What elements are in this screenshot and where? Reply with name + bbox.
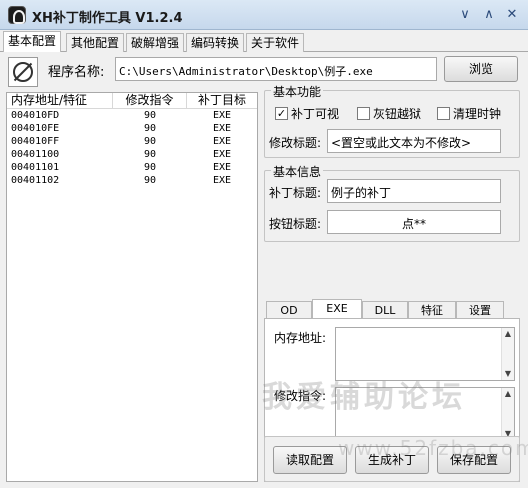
tab-od[interactable]: OD [266,301,312,319]
program-name-label: 程序名称: [48,65,105,80]
cell-instruction: 90 [143,110,157,121]
scroll-up-icon[interactable]: ▲ [502,329,514,339]
basic-functions-title: 基本功能 [271,83,324,100]
cell-instruction: 90 [143,136,157,147]
basic-config-panel: 程序名称: C:\Users\Administrator\Desktop\例子.… [0,52,528,488]
checkbox-box[interactable]: ✓ [275,107,288,120]
scroll-down-icon[interactable]: ▼ [502,369,514,379]
modify-title-label: 修改标题: [269,136,322,150]
cell-target: EXE [212,149,232,160]
cell-target: EXE [212,123,232,134]
target-crosshair-icon[interactable] [8,57,38,87]
memory-address-label: 内存地址: [274,331,327,345]
cell-address: 00401101 [11,162,60,173]
tab-settings[interactable]: 设置 [456,301,504,319]
cell-instruction: 90 [143,149,157,160]
cell-address: 00401100 [11,149,60,160]
table-row[interactable]: 00401102 90 EXE [7,174,257,187]
basic-info-title: 基本信息 [271,163,324,180]
table-row[interactable]: 00401100 90 EXE [7,148,257,161]
button-title-input[interactable]: 点** [327,210,501,234]
watermark-url: www.52fzba.com [338,436,528,460]
minimize-button[interactable]: ∨ [456,6,474,24]
cell-target: EXE [212,175,232,186]
cell-target: EXE [212,136,232,147]
table-row[interactable]: 004010FE 90 EXE [7,122,257,135]
title-bar: XH补丁制作工具 V1.2.4 ∨ ∧ ✕ [0,0,528,30]
close-button[interactable]: ✕ [503,6,521,24]
checkbox-box[interactable] [437,107,450,120]
checkbox-gray-button-unlock[interactable]: 灰钮越狱 [357,105,421,122]
checkbox-label: 清理时钟 [453,107,502,121]
cell-instruction: 90 [143,123,157,134]
tab-other-config[interactable]: 其他配置 [66,33,125,52]
scroll-up-icon[interactable]: ▲ [502,389,514,399]
tab-about[interactable]: 关于软件 [246,33,305,52]
patch-table[interactable]: 内存地址/特征 修改指令 补丁目标 004010FD 90 EXE 004010… [6,92,258,482]
table-row[interactable]: 004010FF 90 EXE [7,135,257,148]
modify-title-input[interactable]: <置空或此文本为不修改> [327,129,501,153]
basic-info-group: 基本信息 补丁标题: 例子的补丁 按钮标题: 点** [264,163,520,242]
app-icon [8,6,26,24]
column-header-target[interactable]: 补丁目标 [187,93,257,108]
table-row[interactable]: 00401101 90 EXE [7,161,257,174]
watermark-text: 我爱辅助论坛 [262,380,466,415]
cell-address: 004010FD [11,110,60,121]
maximize-button[interactable]: ∧ [480,6,498,24]
browse-button[interactable]: 浏览 [444,56,518,82]
tab-exe[interactable]: EXE [312,299,362,319]
program-path-input[interactable]: C:\Users\Administrator\Desktop\例子.exe [115,57,437,81]
checkbox-clear-clock[interactable]: 清理时钟 [437,105,501,122]
cell-instruction: 90 [143,162,157,173]
address-scrollbar[interactable]: ▲ ▼ [501,328,514,380]
tab-basic-config[interactable]: 基本配置 [3,31,62,52]
tab-encoding-convert[interactable]: 编码转换 [186,33,245,52]
cell-target: EXE [212,110,232,121]
cell-target: EXE [212,162,232,173]
column-header-instruction[interactable]: 修改指令 [113,93,187,108]
patch-title-label: 补丁标题: [269,186,322,200]
window-title: XH补丁制作工具 V1.2.4 [32,11,183,26]
table-body: 004010FD 90 EXE 004010FE 90 EXE 004010FF… [7,109,257,187]
checkbox-box[interactable] [357,107,370,120]
basic-functions-group: 基本功能 ✓ 补丁可视 灰钮越狱 清理时钟 修改标题: <置空或此文本为不修改> [264,83,520,158]
main-tabbar: 基本配置 其他配置 破解增强 编码转换 关于软件 [0,30,528,52]
table-row[interactable]: 004010FD 90 EXE [7,109,257,122]
column-header-address[interactable]: 内存地址/特征 [7,93,113,108]
tab-signature[interactable]: 特征 [408,301,456,319]
cell-address: 004010FF [11,136,60,147]
load-config-button[interactable]: 读取配置 [273,446,347,474]
patch-title-input[interactable]: 例子的补丁 [327,179,501,203]
tab-crack-enhance[interactable]: 破解增强 [126,33,185,52]
tab-dll[interactable]: DLL [362,301,408,319]
checkbox-label: 补丁可视 [291,107,340,121]
cell-address: 004010FE [11,123,60,134]
table-header: 内存地址/特征 修改指令 补丁目标 [7,93,257,109]
instruction-scrollbar[interactable]: ▲ ▼ [501,388,514,440]
checkbox-label: 灰钮越狱 [373,107,422,121]
cell-instruction: 90 [143,175,157,186]
checkbox-patch-visible[interactable]: ✓ 补丁可视 [275,105,339,122]
button-title-label: 按钮标题: [269,217,322,231]
cell-address: 00401102 [11,175,60,186]
